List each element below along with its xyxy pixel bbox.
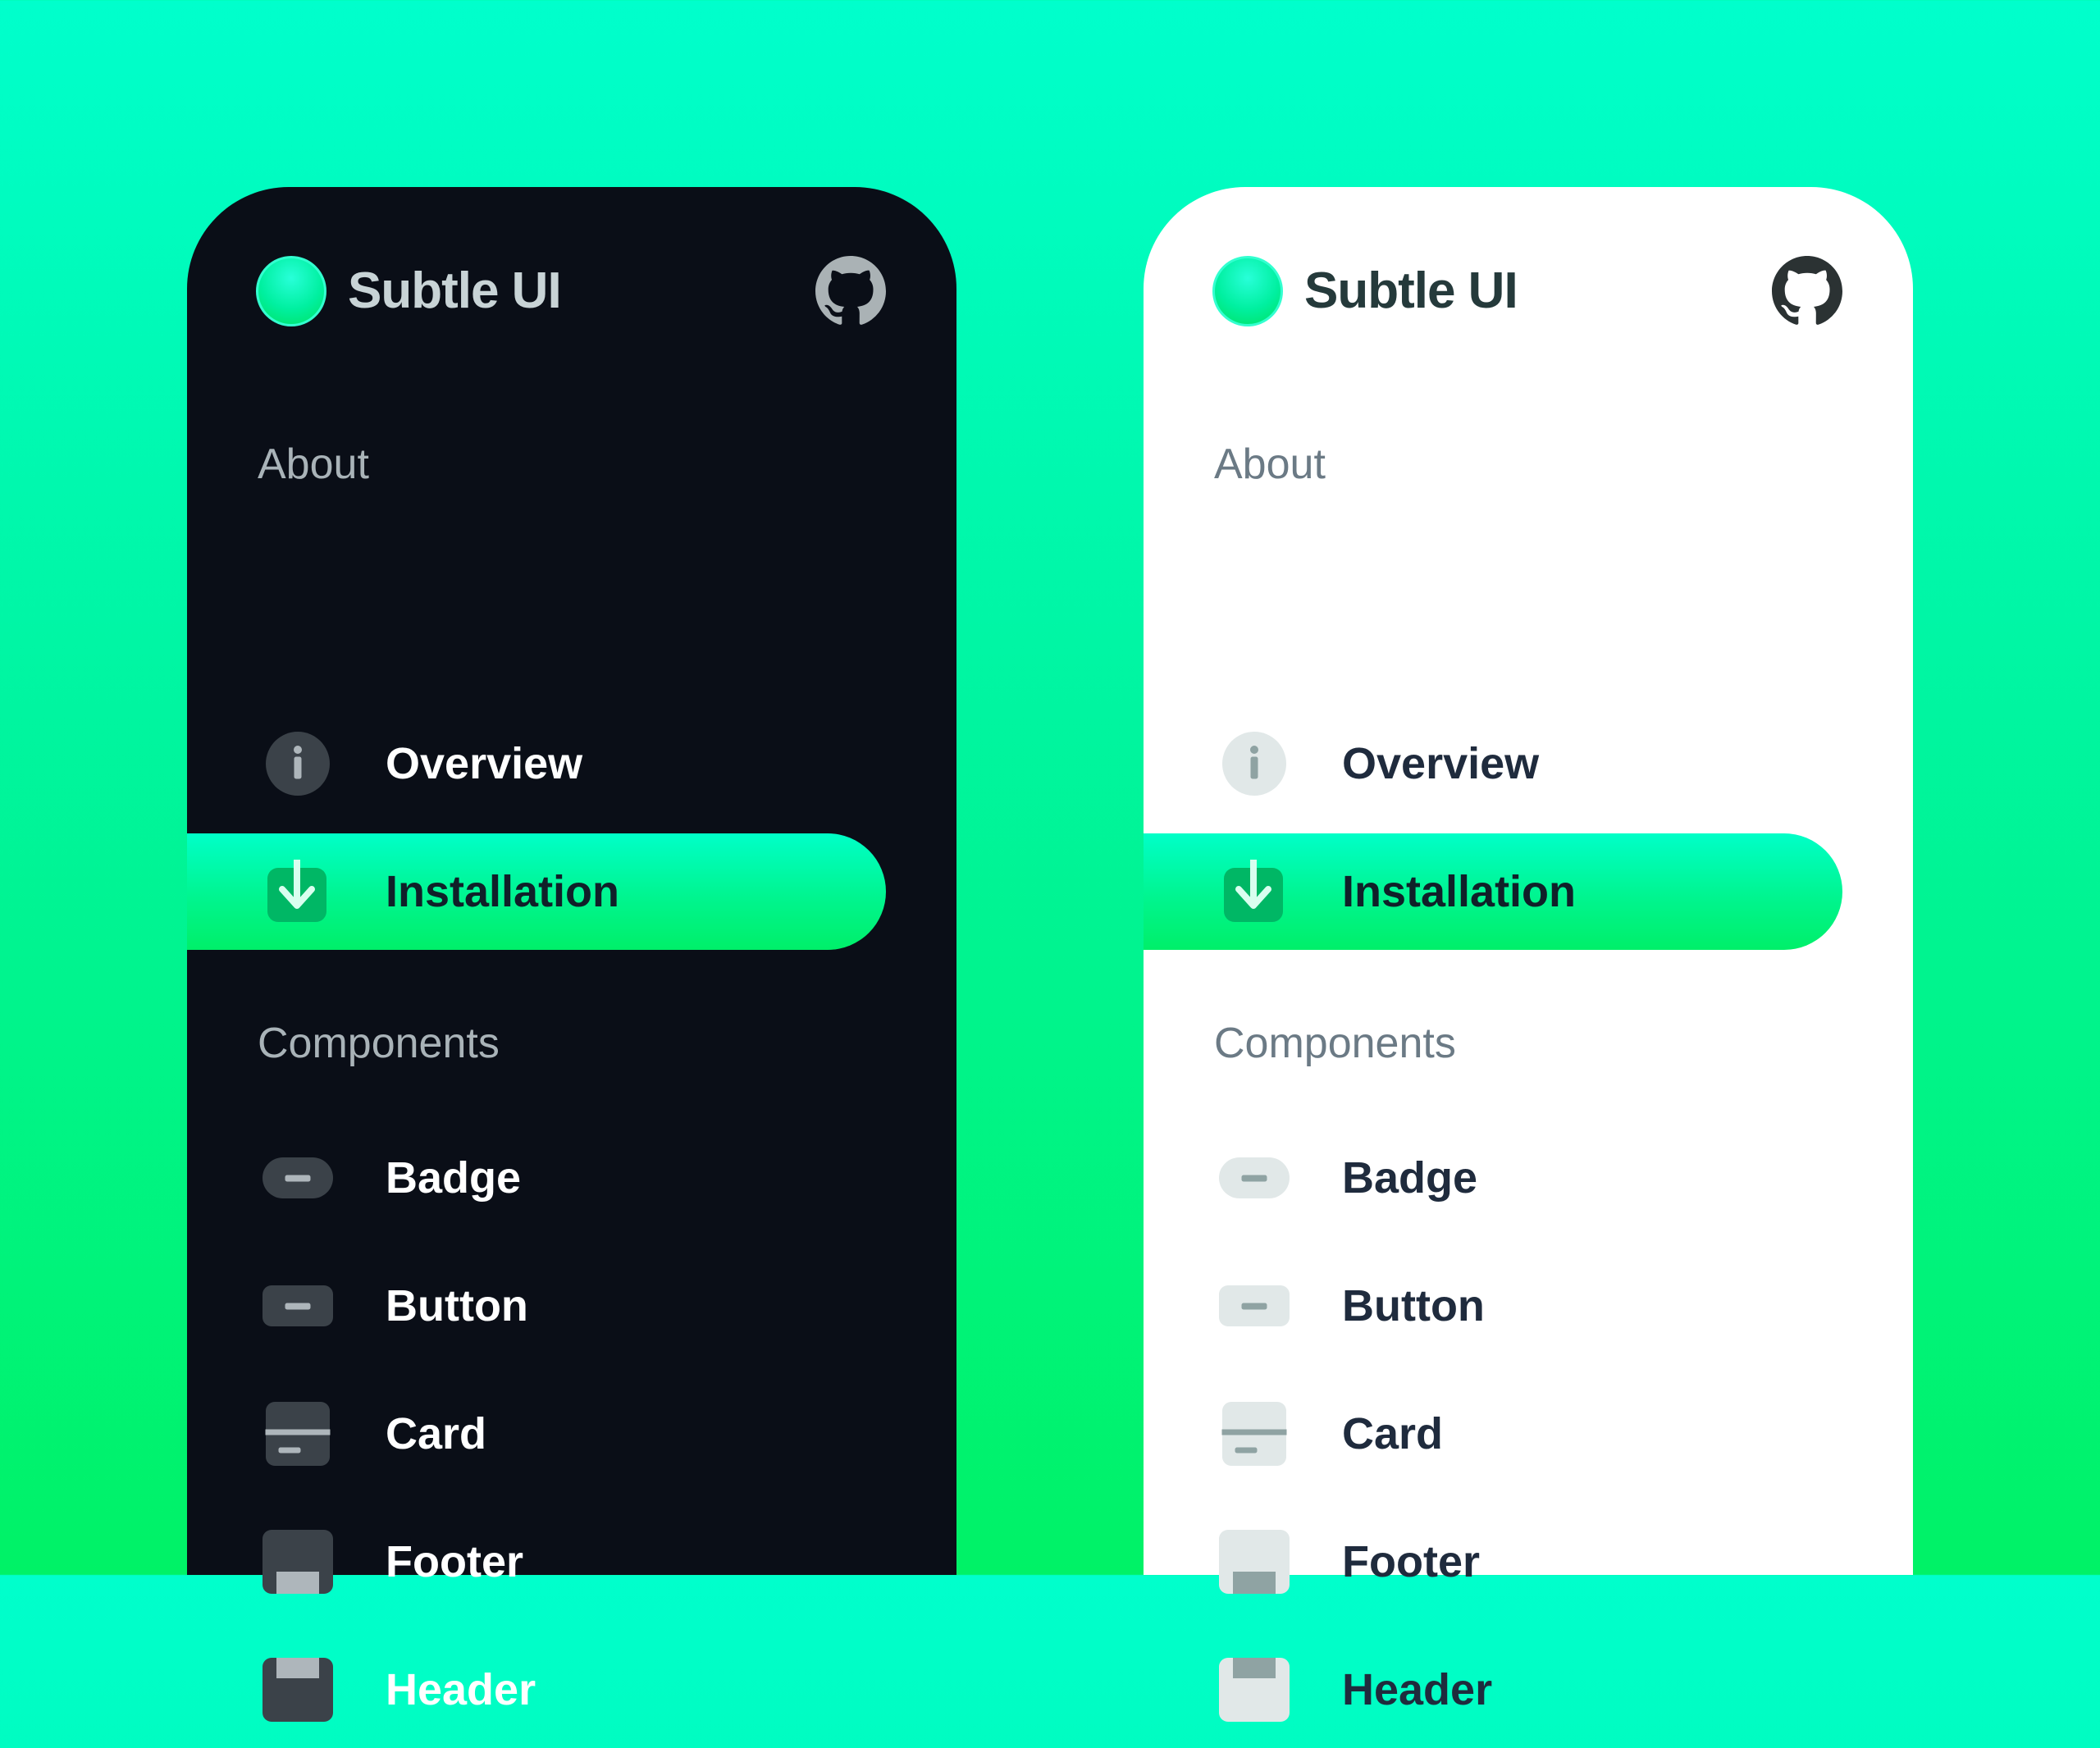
nav-item-header[interactable]: Header <box>1144 1632 1842 1748</box>
nav-item-card[interactable]: Card <box>1144 1376 1842 1492</box>
info-icon <box>261 732 335 796</box>
nav-item-footer[interactable]: Footer <box>1144 1504 1842 1620</box>
nav-item-installation[interactable]: Installation <box>1144 833 1842 950</box>
footer-icon <box>261 1530 335 1594</box>
nav-item-installation[interactable]: Installation <box>187 833 886 950</box>
nav-item-badge[interactable]: Badge <box>1144 1120 1842 1236</box>
download-icon <box>261 860 335 924</box>
brand-name: Subtle UI <box>348 262 562 319</box>
info-icon <box>1217 732 1291 796</box>
nav-item-label: Overview <box>386 739 583 788</box>
section-title-components: Components <box>258 1020 500 1067</box>
section-title-components: Components <box>1214 1020 1456 1067</box>
nav-item-button[interactable]: Button <box>1144 1248 1842 1364</box>
nav-item-label: Card <box>386 1409 487 1458</box>
nav-item-label: Button <box>386 1281 528 1330</box>
nav-item-label: Badge <box>386 1153 522 1203</box>
badge-icon <box>1217 1146 1291 1210</box>
header-icon <box>1217 1658 1291 1722</box>
nav-item-label: Header <box>386 1665 536 1714</box>
nav-item-label: Footer <box>386 1537 523 1586</box>
logo-dot <box>256 256 326 326</box>
nav-item-label: Overview <box>1342 739 1540 788</box>
button-icon <box>1217 1274 1291 1338</box>
nav-item-label: Header <box>1342 1665 1493 1714</box>
section-title-about: About <box>258 440 369 488</box>
card-icon <box>261 1402 335 1466</box>
brand-name: Subtle UI <box>1304 262 1518 319</box>
badge-icon <box>261 1146 335 1210</box>
nav-item-label: Badge <box>1342 1153 1478 1203</box>
card-icon <box>1217 1402 1291 1466</box>
nav-item-label: Button <box>1342 1281 1485 1330</box>
nav-item-footer[interactable]: Footer <box>187 1504 886 1620</box>
github-icon[interactable] <box>1772 256 1842 326</box>
download-icon <box>1217 860 1291 924</box>
nav-item-badge[interactable]: Badge <box>187 1120 886 1236</box>
section-title-about: About <box>1214 440 1326 488</box>
nav-item-card[interactable]: Card <box>187 1376 886 1492</box>
nav-item-label: Footer <box>1342 1537 1480 1586</box>
header-icon <box>261 1658 335 1722</box>
nav-item-overview[interactable]: Overview <box>1144 705 1842 822</box>
sidebar-light: Subtle UI About Overview Installation Co… <box>1144 187 1913 1722</box>
footer-icon <box>1217 1530 1291 1594</box>
logo-dot <box>1212 256 1283 326</box>
nav-item-label: Installation <box>1342 867 1577 916</box>
nav-item-header[interactable]: Header <box>187 1632 886 1748</box>
nav-item-label: Installation <box>386 867 620 916</box>
sidebar-dark: Subtle UI About Overview Installation Co… <box>187 187 956 1722</box>
nav-item-overview[interactable]: Overview <box>187 705 886 822</box>
nav-item-label: Card <box>1342 1409 1444 1458</box>
button-icon <box>261 1274 335 1338</box>
nav-item-button[interactable]: Button <box>187 1248 886 1364</box>
github-icon[interactable] <box>815 256 886 326</box>
